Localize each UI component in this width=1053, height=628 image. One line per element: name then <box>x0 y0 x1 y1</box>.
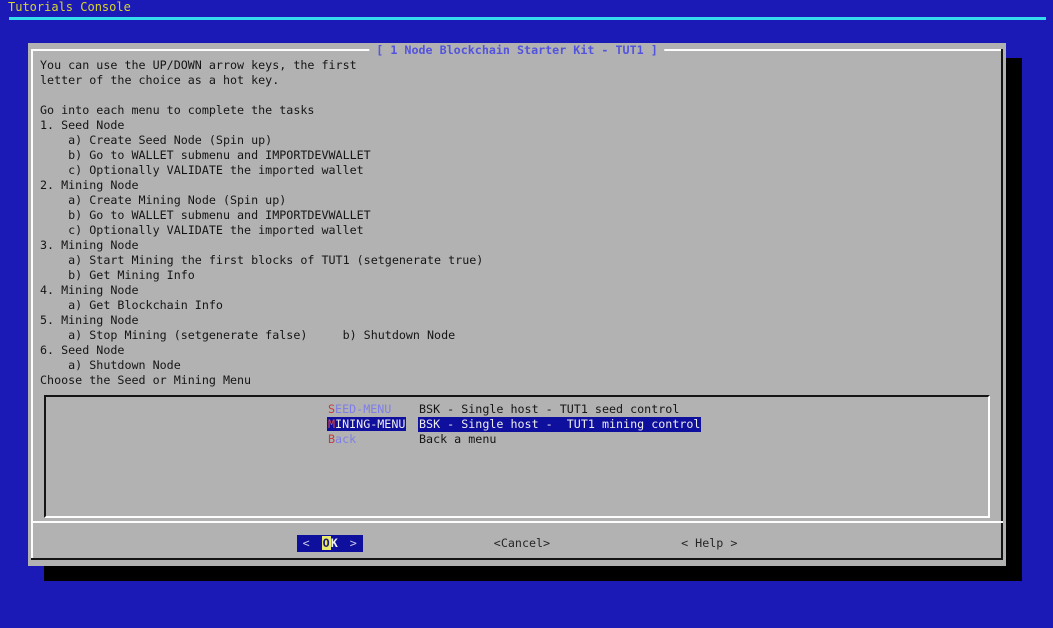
ok-cursor-letter: O <box>322 536 331 550</box>
cancel-button[interactable]: <Cancel> <box>494 536 550 551</box>
button-row: < OK > <Cancel> < Help > <box>28 535 1006 552</box>
menu-list: SEED-MENU BSK - Single host - TUT1 seed … <box>44 395 990 518</box>
ok-label-rest: K <box>331 536 338 550</box>
backtitle-separator-line <box>9 17 1046 20</box>
dialog-border-right <box>1001 49 1003 560</box>
menu-item-tag: SEED-MENU <box>327 402 418 417</box>
instructions-text: You can use the UP/DOWN arrow keys, the … <box>40 58 996 388</box>
dialog-window: [ 1 Node Blockchain Starter Kit - TUT1 ]… <box>28 43 1006 566</box>
menu-item-mining-menu[interactable]: MINING-MENU BSK - Single host - TUT1 min… <box>46 417 988 432</box>
menu-item-hotkey: M <box>328 417 335 431</box>
menu-item-tag: Back <box>327 432 418 447</box>
menu-item-hotkey: B <box>328 432 335 446</box>
ok-bracket-close: > <box>350 536 357 550</box>
menu-item-seed-menu[interactable]: SEED-MENU BSK - Single host - TUT1 seed … <box>46 402 988 417</box>
menu-item-tag-text: ack <box>335 432 356 446</box>
menu-item-hotkey: S <box>328 402 335 416</box>
backtitle: Tutorials Console <box>8 0 131 15</box>
ok-bracket-open: < <box>303 536 310 550</box>
dialog-border-bottom <box>31 558 1003 560</box>
dialog-border-left <box>31 49 33 560</box>
ok-button[interactable]: < OK > <box>297 535 363 552</box>
menu-item-description: BSK - Single host - TUT1 mining control <box>418 417 701 432</box>
menu-item-tag-text: EED-MENU <box>335 402 391 416</box>
menu-item-tag: MINING-MENU <box>327 417 418 432</box>
button-separator-line <box>31 521 1003 523</box>
help-button[interactable]: < Help > <box>681 536 737 551</box>
menu-item-description: Back a menu <box>418 432 497 447</box>
dialog-title: [ 1 Node Blockchain Starter Kit - TUT1 ] <box>369 43 664 58</box>
menu-item-description: BSK - Single host - TUT1 seed control <box>418 402 680 417</box>
menu-item-tag-text: INING-MENU <box>335 417 405 431</box>
menu-item-back[interactable]: Back Back a menu <box>46 432 988 447</box>
